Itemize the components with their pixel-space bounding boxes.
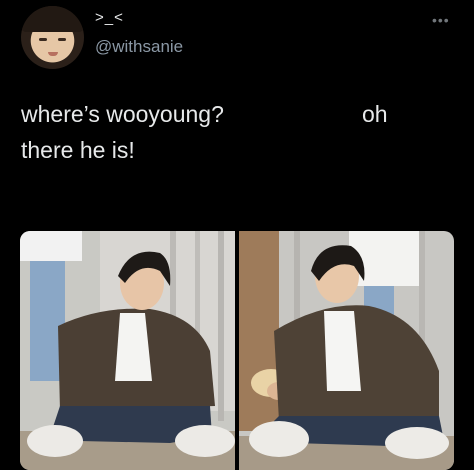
avatar-hair bbox=[21, 6, 84, 32]
avatar-eye-left bbox=[39, 38, 47, 41]
tweet-text-line1: where’s wooyoung? bbox=[21, 101, 224, 127]
tweet-photo-left[interactable] bbox=[20, 231, 235, 470]
photo-right-illustration bbox=[239, 231, 454, 470]
photo-left-illustration bbox=[20, 231, 235, 470]
avatar-eye-right bbox=[58, 38, 66, 41]
avatar-mouth bbox=[48, 52, 58, 56]
tweet-text-oh: oh bbox=[362, 101, 388, 127]
user-handle[interactable]: @withsanie bbox=[95, 37, 183, 57]
avatar[interactable] bbox=[21, 6, 84, 69]
more-horizontal-icon[interactable]: ••• bbox=[432, 12, 450, 28]
tweet-photo-right[interactable] bbox=[239, 231, 454, 470]
tweet-text-line2: there he is! bbox=[21, 137, 135, 163]
display-name[interactable]: >_< bbox=[95, 9, 124, 26]
